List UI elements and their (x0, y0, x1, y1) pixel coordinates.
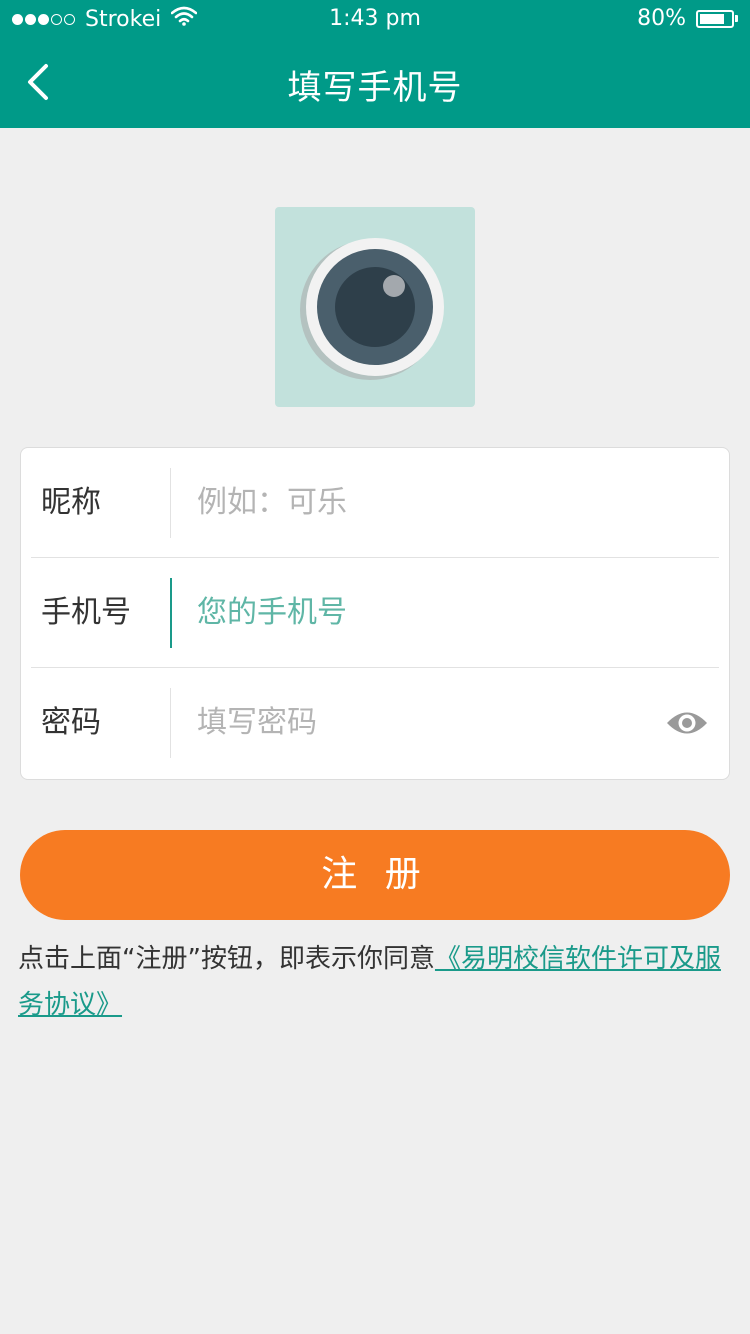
row-separator (170, 688, 171, 758)
text-cursor (170, 578, 172, 648)
phone-label: 手机号 (41, 595, 131, 630)
battery-fill (700, 13, 724, 24)
nickname-label: 昵称 (41, 485, 101, 520)
eye-icon[interactable] (665, 706, 709, 740)
row-separator (170, 468, 171, 538)
camera-icon (300, 238, 444, 380)
agreement-prefix: 点击上面“注册”按钮，即表示你同意 (18, 944, 435, 974)
password-row: 密码 填写密码 (21, 668, 729, 778)
password-input[interactable]: 填写密码 (197, 668, 317, 778)
nickname-input[interactable]: 例如：可乐 (197, 448, 347, 558)
nickname-row: 昵称 例如：可乐 (21, 448, 729, 558)
avatar-upload[interactable] (275, 207, 475, 407)
nav-bar: 填写手机号 (0, 38, 750, 128)
agreement-text: 点击上面“注册”按钮，即表示你同意《易明校信软件许可及服务协议》 (18, 936, 732, 1028)
battery-group: 80% (637, 6, 738, 31)
phone-row: 手机号 您的手机号 (21, 558, 729, 668)
register-button[interactable]: 注 册 (20, 830, 730, 920)
status-bar: Strokei 1:43 pm 80% (0, 0, 750, 38)
battery-percent: 80% (637, 6, 686, 31)
phone-input[interactable]: 您的手机号 (197, 558, 347, 668)
page-title: 填写手机号 (287, 68, 463, 108)
battery-tip (735, 15, 738, 22)
register-form: 昵称 例如：可乐 手机号 您的手机号 密码 填写密码 (20, 447, 730, 780)
password-label: 密码 (41, 705, 101, 740)
battery-icon (696, 9, 734, 28)
